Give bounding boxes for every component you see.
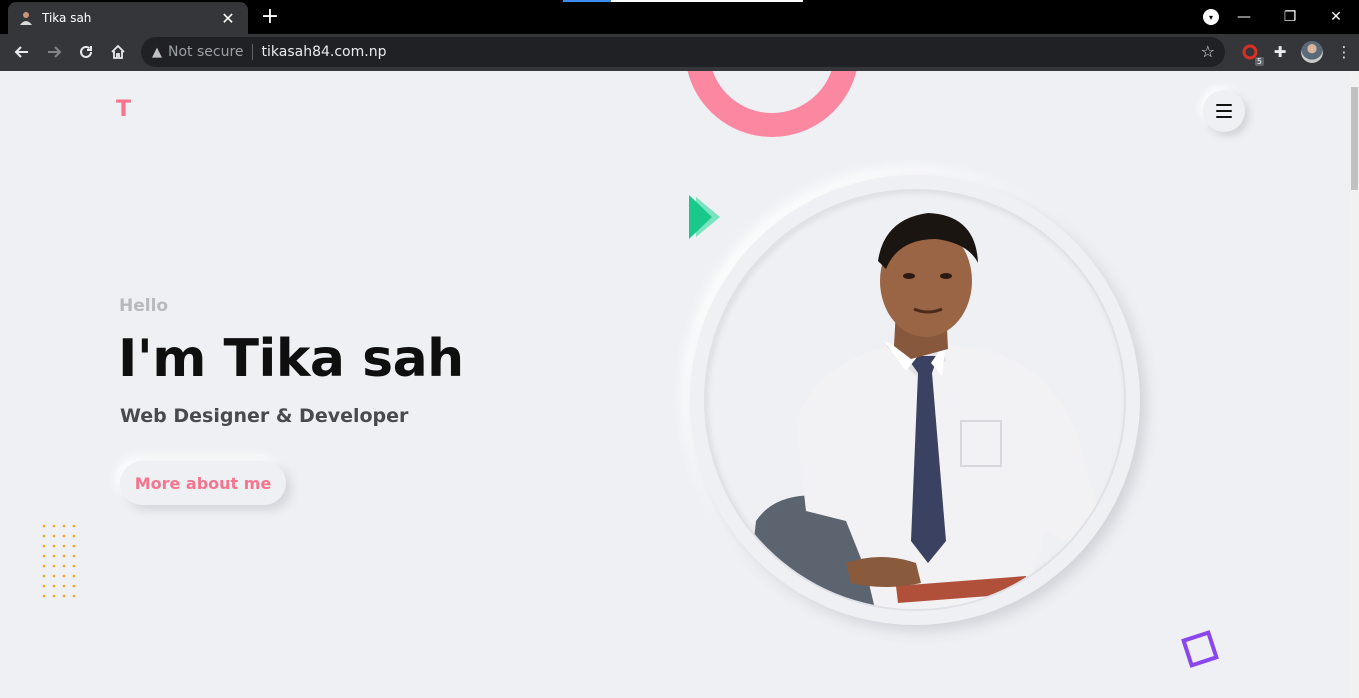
extension-icon[interactable]: 5 <box>1238 40 1264 66</box>
browser-toolbar: ▲ Not secure tikasah84.com.np ☆ 5 ✚ ⋮ <box>0 34 1359 71</box>
decorative-ring <box>685 71 859 137</box>
profile-photo <box>704 189 1126 611</box>
hamburger-line <box>1216 116 1232 118</box>
tab-close-icon[interactable]: ✕ <box>218 9 238 28</box>
restore-icon[interactable]: ❐ <box>1267 0 1313 34</box>
profile-avatar[interactable] <box>1300 40 1324 64</box>
puzzle-icon[interactable]: ✚ <box>1268 40 1292 64</box>
omnibox-divider <box>251 44 253 60</box>
hamburger-menu-button[interactable] <box>1203 90 1245 132</box>
hamburger-line <box>1216 104 1232 106</box>
hero-subtitle: Web Designer & Developer <box>120 405 409 427</box>
security-label[interactable]: Not secure <box>168 44 244 60</box>
home-icon[interactable] <box>104 38 132 66</box>
page-scrollbar[interactable] <box>1350 71 1359 698</box>
greeting-text: Hello <box>119 296 169 316</box>
back-arrow-icon[interactable] <box>8 38 36 66</box>
forward-arrow-icon[interactable] <box>40 38 68 66</box>
profile-photo-frame <box>690 175 1140 625</box>
site-logo[interactable]: T <box>116 97 131 122</box>
hamburger-line <box>1216 110 1232 112</box>
new-tab-button[interactable]: + <box>258 4 282 30</box>
more-about-me-button[interactable]: More about me <box>120 461 286 505</box>
tab-strip: Tika sah ✕ + ▾ — ❐ ✕ <box>0 0 1359 34</box>
extension-badge: 5 <box>1254 57 1264 66</box>
loading-bar <box>563 0 803 2</box>
scrollbar-thumb[interactable] <box>1351 87 1358 190</box>
hero-heading: I'm Tika sah <box>118 329 464 389</box>
decorative-play-icon <box>689 195 720 239</box>
browser-menu-icon[interactable]: ⋮ <box>1332 40 1356 64</box>
address-bar[interactable]: ▲ Not secure tikasah84.com.np ☆ <box>141 37 1225 67</box>
warning-icon[interactable]: ▲ <box>152 45 162 60</box>
minimize-icon[interactable]: — <box>1221 0 1267 34</box>
favicon-icon <box>18 10 34 26</box>
decorative-square <box>1181 630 1219 668</box>
browser-tab[interactable]: Tika sah ✕ <box>8 2 248 34</box>
tab-title: Tika sah <box>42 11 92 25</box>
page-viewport: T Hello I'm Tika sah Web Designer & Deve… <box>0 71 1359 698</box>
reload-icon[interactable] <box>72 38 100 66</box>
star-icon[interactable]: ☆ <box>1201 42 1215 61</box>
decorative-dot-grid <box>42 524 76 598</box>
tab-search-icon[interactable]: ▾ <box>1203 9 1219 25</box>
window-close-icon[interactable]: ✕ <box>1313 0 1359 34</box>
url-text[interactable]: tikasah84.com.np <box>262 44 387 60</box>
